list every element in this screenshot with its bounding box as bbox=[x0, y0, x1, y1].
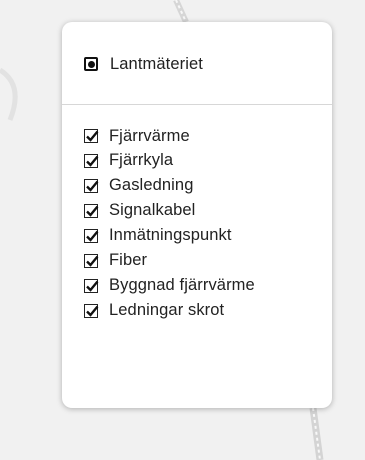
overlay-item-gasledning[interactable]: Gasledning bbox=[84, 174, 326, 198]
overlay-label: Byggnad fjärrvärme bbox=[109, 276, 255, 295]
overlay-label: Fjärrvärme bbox=[109, 126, 190, 145]
overlay-item-ledningar-skrot[interactable]: Ledningar skrot bbox=[84, 299, 326, 323]
base-layer-lantmateriet[interactable]: Lantmäteriet bbox=[84, 52, 322, 76]
overlay-label: Fjärrkyla bbox=[109, 151, 174, 170]
checkmark-icon bbox=[86, 130, 99, 142]
overlay-label: Fiber bbox=[109, 251, 148, 270]
base-layer-label: Lantmäteriet bbox=[110, 54, 203, 73]
checkbox[interactable] bbox=[84, 278, 99, 293]
layer-divider bbox=[62, 104, 332, 105]
checkbox[interactable] bbox=[84, 178, 99, 193]
checkbox[interactable] bbox=[84, 129, 99, 143]
checkmark-icon bbox=[86, 180, 99, 192]
checkmark-icon bbox=[86, 255, 99, 267]
checkbox[interactable] bbox=[84, 228, 99, 243]
overlay-layer-list: Fjärrvärme Fjärrkyla Gasledning Signalka… bbox=[84, 124, 326, 324]
overlay-item-byggnad-fjarrvarme[interactable]: Byggnad fjärrvärme bbox=[84, 274, 326, 298]
overlay-label: Gasledning bbox=[109, 176, 194, 195]
checkbox[interactable] bbox=[84, 153, 99, 168]
overlay-item-inmatningspunkt[interactable]: Inmätningspunkt bbox=[84, 224, 326, 248]
checkmark-icon bbox=[86, 305, 99, 317]
checkmark-icon bbox=[86, 280, 99, 292]
overlay-item-signalkabel[interactable]: Signalkabel bbox=[84, 199, 326, 223]
layer-switcher-panel: Lantmäteriet Fjärrvärme Fjärrkyla Gasled… bbox=[62, 22, 332, 408]
overlay-label: Inmätningspunkt bbox=[109, 226, 232, 245]
overlay-item-fjarrkyla[interactable]: Fjärrkyla bbox=[84, 149, 326, 173]
overlay-item-fiber[interactable]: Fiber bbox=[84, 249, 326, 273]
checkbox[interactable] bbox=[84, 203, 99, 218]
overlay-label: Signalkabel bbox=[109, 201, 196, 220]
checkbox[interactable] bbox=[84, 253, 99, 268]
radio-selected-dot bbox=[87, 60, 95, 68]
checkmark-icon bbox=[86, 230, 99, 242]
checkmark-icon bbox=[86, 155, 99, 167]
overlay-label: Ledningar skrot bbox=[109, 301, 225, 320]
checkbox[interactable] bbox=[84, 303, 99, 318]
radio-button[interactable] bbox=[84, 57, 98, 71]
checkmark-icon bbox=[86, 205, 99, 217]
overlay-item-fjarrvarme[interactable]: Fjärrvärme bbox=[84, 124, 326, 148]
